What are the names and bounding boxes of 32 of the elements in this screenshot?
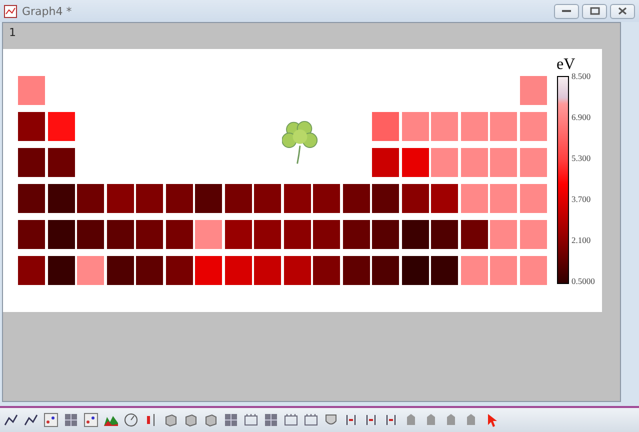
color-scale-tick-label: 8.500 [572,72,592,81]
scatter-icon[interactable] [44,413,58,427]
close-icon [618,7,627,15]
line-icon[interactable] [24,413,38,427]
color-scale-tick-label: 3.700 [572,195,592,204]
window-title: Graph4 * [22,4,72,18]
restore-button[interactable] [582,4,607,18]
close-button[interactable] [610,4,635,18]
panel-icon[interactable] [264,413,278,427]
color-scale-tick-label: 2.100 [572,236,592,245]
frame-icon[interactable] [304,413,318,427]
shamrock-drawing [282,120,318,166]
mouse-cursor-icon [488,414,497,426]
brackets-icon[interactable] [384,413,398,427]
ruler-icon[interactable] [244,413,258,427]
brackets-icon[interactable] [364,413,378,427]
color-scale-tick-label: 6.900 [572,113,592,122]
minimize-icon [562,9,571,13]
dial-icon[interactable] [124,413,138,427]
grid-icon[interactable] [224,413,238,427]
grid-icon[interactable] [64,413,78,427]
plot-icon[interactable] [4,413,18,427]
graph-window-icon [4,4,17,18]
brackets-icon[interactable] [344,413,358,427]
color-scale-tick-label: 0.5000 [572,277,595,286]
frame-icon[interactable] [284,413,298,427]
color-scale-tick-label: 5.300 [572,154,592,163]
color-scale-title: eV [556,56,576,73]
dots-icon[interactable] [84,413,98,427]
minimize-button[interactable] [554,4,579,18]
restore-icon [590,7,600,15]
layer-label[interactable]: 1 [3,23,22,49]
